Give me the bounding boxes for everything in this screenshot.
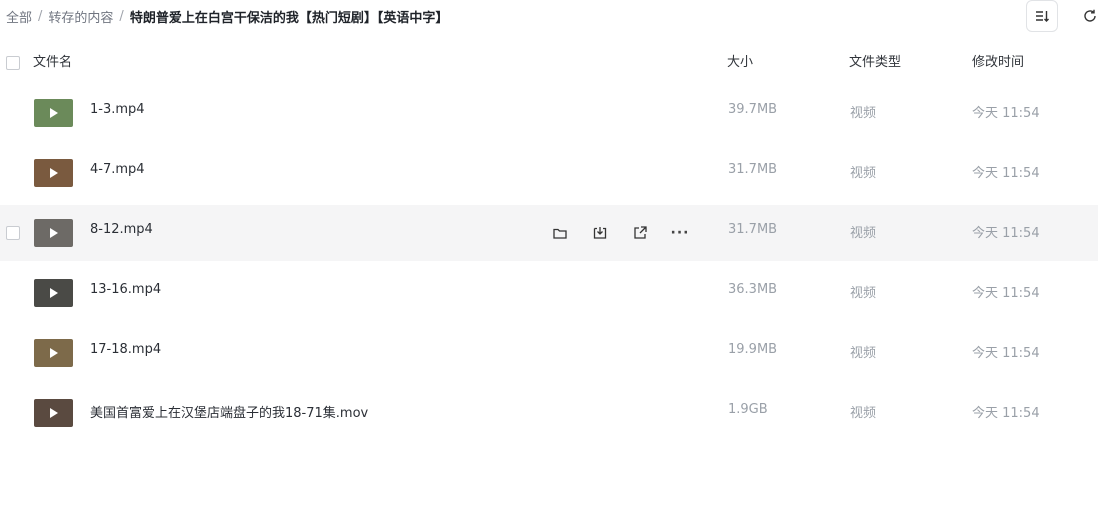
more-button[interactable]: ··· xyxy=(670,223,690,243)
file-name[interactable]: 4-7.mp4 xyxy=(90,162,145,177)
play-icon xyxy=(50,408,58,418)
file-modified: 今天 11:54 xyxy=(972,286,1040,301)
file-type: 视频 xyxy=(850,346,877,361)
header-modified[interactable]: 修改时间 xyxy=(972,52,1024,74)
breadcrumb-root[interactable]: 全部 xyxy=(6,7,32,26)
table-row[interactable]: 美国首富爱上在汉堡店端盘子的我18-71集.mov 1.9GB 视频 今天 11:54 xyxy=(0,385,1098,441)
share-icon xyxy=(634,226,647,239)
header-type[interactable]: 文件类型 xyxy=(849,52,901,74)
table-row[interactable]: 17-18.mp4 19.9MB 视频 今天 11:54 xyxy=(0,325,1098,381)
file-type: 视频 xyxy=(850,106,877,121)
video-thumbnail[interactable] xyxy=(34,219,73,247)
breadcrumb: 全部 / 转存的内容 / 特朗普爱上在白宫干保洁的我【热门短剧】【英语中字】 xyxy=(6,6,448,26)
video-thumbnail[interactable] xyxy=(34,99,73,127)
folder-icon xyxy=(553,228,567,239)
file-name[interactable]: 17-18.mp4 xyxy=(90,342,161,357)
file-modified: 今天 11:54 xyxy=(972,346,1040,361)
folder-button[interactable] xyxy=(550,223,570,243)
file-type: 视频 xyxy=(850,406,877,421)
file-type: 视频 xyxy=(850,286,877,301)
file-modified: 今天 11:54 xyxy=(972,106,1040,121)
file-size: 31.7MB xyxy=(728,162,778,177)
row-checkbox[interactable] xyxy=(6,226,20,240)
video-thumbnail[interactable] xyxy=(34,279,73,307)
table-row[interactable]: 1-3.mp4 39.7MB 视频 今天 11:54 xyxy=(0,85,1098,141)
play-icon xyxy=(50,108,58,118)
file-name[interactable]: 13-16.mp4 xyxy=(90,282,161,297)
file-modified: 今天 11:54 xyxy=(972,166,1040,181)
file-size: 31.7MB xyxy=(728,222,778,237)
sort-button[interactable] xyxy=(1026,0,1058,32)
breadcrumb-parent[interactable]: 转存的内容 xyxy=(48,7,113,26)
download-button[interactable] xyxy=(590,223,610,243)
more-icon: ··· xyxy=(670,225,690,241)
table-row[interactable]: 8-12.mp4 ··· 31.7MB 视频 今天 11:54 xyxy=(0,205,1098,261)
file-size: 1.9GB xyxy=(728,402,768,417)
file-name[interactable]: 美国首富爱上在汉堡店端盘子的我18-71集.mov xyxy=(90,402,368,421)
refresh-icon xyxy=(1084,9,1096,22)
play-icon xyxy=(50,348,58,358)
video-thumbnail[interactable] xyxy=(34,399,73,427)
select-all-checkbox[interactable] xyxy=(6,56,20,70)
header-size[interactable]: 大小 xyxy=(727,52,753,74)
breadcrumb-separator: / xyxy=(119,8,124,24)
file-modified: 今天 11:54 xyxy=(972,226,1040,241)
breadcrumb-separator: / xyxy=(38,8,43,24)
play-icon xyxy=(50,168,58,178)
file-type: 视频 xyxy=(850,226,877,241)
file-type: 视频 xyxy=(850,166,877,181)
video-thumbnail[interactable] xyxy=(34,159,73,187)
video-thumbnail[interactable] xyxy=(34,339,73,367)
share-button[interactable] xyxy=(630,223,650,243)
header-name[interactable]: 文件名 xyxy=(33,52,72,74)
row-actions: ··· xyxy=(550,223,710,243)
refresh-button[interactable] xyxy=(1074,0,1098,32)
download-icon xyxy=(593,227,607,239)
file-size: 19.9MB xyxy=(728,342,778,357)
file-modified: 今天 11:54 xyxy=(972,406,1040,421)
file-size: 36.3MB xyxy=(728,282,778,297)
file-name[interactable]: 1-3.mp4 xyxy=(90,102,145,117)
play-icon xyxy=(50,288,58,298)
file-size: 39.7MB xyxy=(728,102,778,117)
play-icon xyxy=(50,228,58,238)
sort-list-icon xyxy=(1036,11,1049,22)
breadcrumb-current: 特朗普爱上在白宫干保洁的我【热门短剧】【英语中字】 xyxy=(129,10,449,26)
table-row[interactable]: 13-16.mp4 36.3MB 视频 今天 11:54 xyxy=(0,265,1098,321)
file-name[interactable]: 8-12.mp4 xyxy=(90,222,153,237)
table-row[interactable]: 4-7.mp4 31.7MB 视频 今天 11:54 xyxy=(0,145,1098,201)
